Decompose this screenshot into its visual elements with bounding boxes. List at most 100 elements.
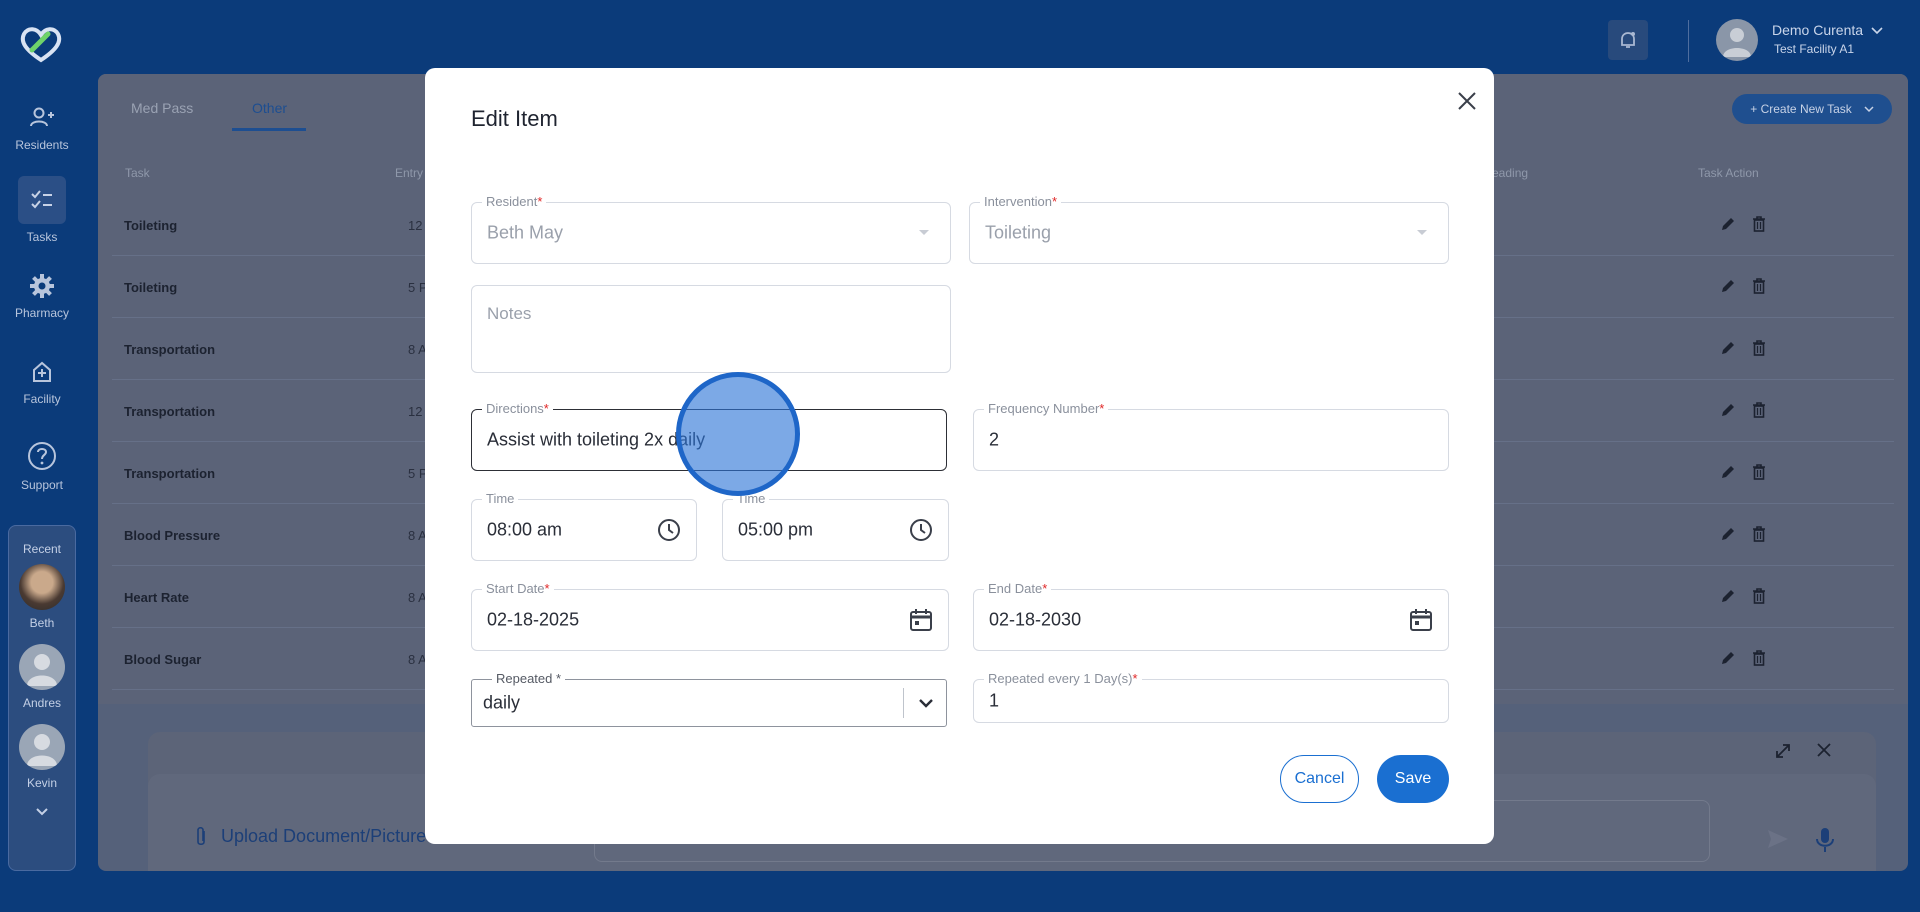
avatar (19, 724, 65, 770)
recent-user-beth[interactable]: Beth (9, 564, 75, 630)
caret-down-icon (1417, 230, 1427, 235)
send-icon[interactable] (1766, 828, 1790, 850)
row-actions (1720, 340, 1766, 356)
click-indicator (676, 372, 800, 496)
edit-icon[interactable] (1720, 216, 1736, 232)
row-task: Blood Sugar (124, 652, 202, 667)
create-new-task-label: + Create New Task (1750, 102, 1852, 116)
sidebar-item-support[interactable]: Support (0, 440, 84, 492)
resident-select[interactable]: Resident* Beth May (471, 194, 951, 264)
frequency-number-field[interactable]: Frequency Number* 2 (973, 401, 1449, 471)
microphone-icon[interactable] (1814, 826, 1836, 854)
start-date-field[interactable]: Start Date* 02-18-2025 (471, 581, 949, 651)
save-button[interactable]: Save (1377, 755, 1449, 803)
upload-document-button[interactable]: Upload Document/Picture (197, 826, 426, 848)
trash-icon[interactable] (1752, 464, 1766, 480)
resident-label: Resident* (482, 194, 547, 209)
row-actions (1720, 588, 1766, 604)
calendar-icon[interactable] (908, 607, 934, 633)
intervention-select[interactable]: Intervention* Toileting (969, 194, 1449, 264)
trash-icon[interactable] (1752, 216, 1766, 232)
row-task: Toileting (124, 218, 178, 233)
chevron-down-icon (919, 699, 933, 708)
chevron-down-icon (1871, 27, 1883, 35)
edit-icon[interactable] (1720, 464, 1736, 480)
avatar (19, 564, 65, 610)
sidebar-item-label: Support (20, 478, 64, 492)
recent-user-andres[interactable]: Andres (9, 644, 75, 710)
edit-icon[interactable] (1720, 402, 1736, 418)
edit-icon[interactable] (1720, 526, 1736, 542)
edit-icon[interactable] (1720, 340, 1736, 356)
edit-icon[interactable] (1720, 278, 1736, 294)
row-actions (1720, 216, 1766, 232)
time-field-1[interactable]: Time 08:00 am (471, 491, 697, 561)
end-date-label: End Date* (984, 581, 1052, 596)
notes-field[interactable]: Notes (471, 285, 951, 373)
frequency-label: Frequency Number* (984, 401, 1109, 416)
repeated-value: daily (483, 692, 521, 713)
end-date-field[interactable]: End Date* 02-18-2030 (973, 581, 1449, 651)
column-header-task: Task (125, 166, 150, 180)
recent-expand[interactable] (9, 804, 75, 822)
modal-title: Edit Item (471, 106, 558, 131)
column-header-task-action: Task Action (1698, 166, 1759, 180)
repeated-every-field[interactable]: Repeated every 1 Day(s)* 1 (973, 671, 1449, 723)
repeated-every-label: Repeated every 1 Day(s)* (984, 671, 1142, 686)
chevron-down-icon (36, 808, 48, 816)
repeated-every-value: 1 (989, 690, 1000, 711)
close-icon (1458, 92, 1476, 110)
tab-other[interactable]: Other (252, 100, 287, 116)
resident-value: Beth May (487, 222, 564, 243)
clock-icon[interactable] (656, 517, 682, 543)
directions-label: Directions* (482, 401, 553, 416)
row-task: Transportation (124, 342, 216, 357)
modal-close-button[interactable] (1452, 86, 1482, 116)
tab-med-pass[interactable]: Med Pass (131, 100, 193, 116)
notifications-button[interactable] (1608, 20, 1648, 60)
trash-icon[interactable] (1752, 278, 1766, 294)
sidebar-item-tasks[interactable]: Tasks (0, 176, 84, 244)
time-field-2[interactable]: Time 05:00 pm (722, 491, 949, 561)
person-icon (27, 734, 57, 766)
intervention-value: Toileting (985, 222, 1052, 243)
trash-icon[interactable] (1752, 340, 1766, 356)
caret-down-icon (919, 230, 929, 235)
topbar-divider (1688, 20, 1689, 62)
sidebar-item-residents[interactable]: Residents (0, 104, 84, 152)
select-divider (903, 688, 904, 718)
user-facility: Test Facility A1 (1774, 42, 1855, 56)
edit-icon[interactable] (1720, 588, 1736, 604)
cancel-button[interactable]: Cancel (1280, 755, 1359, 803)
time-value: 05:00 pm (738, 519, 814, 540)
expand-icon[interactable] (1774, 742, 1792, 760)
paperclip-icon (197, 827, 205, 846)
edit-icon[interactable] (1720, 650, 1736, 666)
user-menu[interactable]: Demo Curenta (1772, 22, 1883, 38)
trash-icon[interactable] (1752, 650, 1766, 666)
row-actions (1720, 464, 1766, 480)
clock-icon[interactable] (908, 517, 934, 543)
recent-user-name: Andres (22, 696, 62, 710)
recent-user-kevin[interactable]: Kevin (9, 724, 75, 790)
start-date-value: 02-18-2025 (487, 609, 580, 630)
app-logo-icon[interactable] (18, 24, 64, 64)
recent-title: Recent (22, 542, 62, 556)
end-date-value: 02-18-2030 (989, 609, 1082, 630)
row-actions (1720, 526, 1766, 542)
trash-icon[interactable] (1752, 526, 1766, 542)
close-icon[interactable] (1816, 742, 1832, 758)
tab-underline (232, 128, 306, 131)
tasks-icon (31, 190, 52, 209)
sidebar-item-facility[interactable]: Facility (0, 358, 84, 406)
trash-icon[interactable] (1752, 402, 1766, 418)
calendar-icon[interactable] (1408, 607, 1434, 633)
trash-icon[interactable] (1752, 588, 1766, 604)
create-new-task-button[interactable]: + Create New Task (1732, 94, 1892, 124)
row-task: Transportation (124, 404, 216, 419)
column-header-entry: Entry (395, 166, 424, 180)
frequency-value: 2 (989, 429, 1000, 450)
repeated-select[interactable]: Repeated * daily (471, 671, 947, 727)
avatar[interactable] (1716, 19, 1758, 61)
sidebar-item-pharmacy[interactable]: Pharmacy (0, 272, 84, 320)
